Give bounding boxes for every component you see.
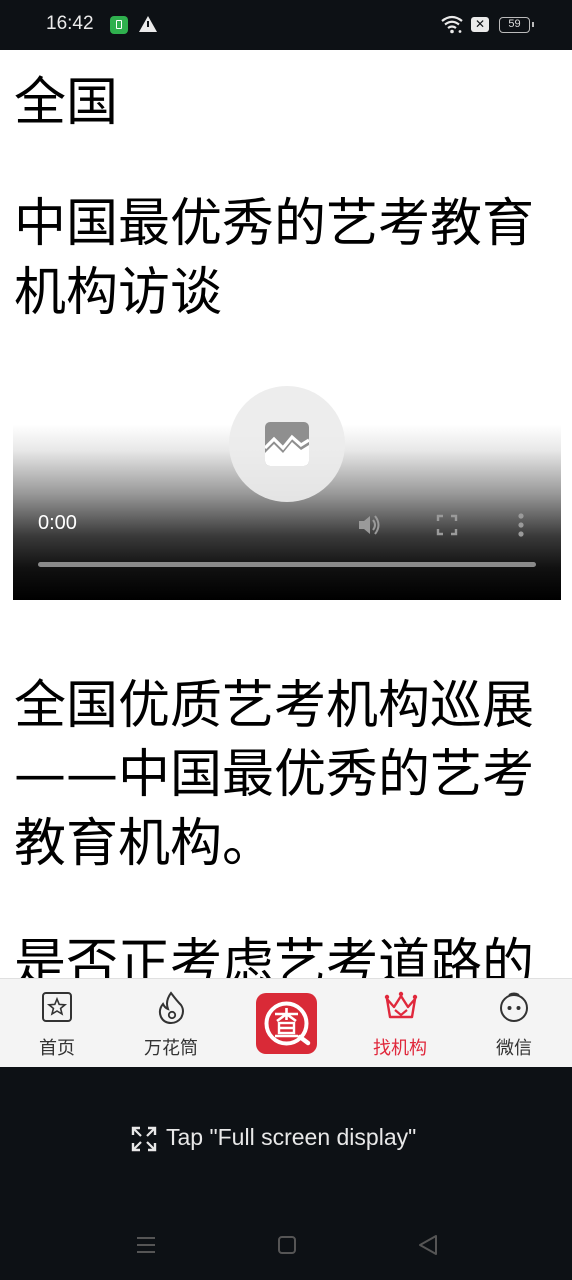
home-star-icon [42,992,72,1022]
web-content: 全国 中国最优秀的艺考教育机构访谈 0:00 全国优质艺考机构巡展——中国最优秀… [0,50,572,978]
system-nav-bar [0,1210,572,1280]
bottom-tab-bar: 首页 万花筒 找机构 微信 [0,978,572,1067]
fullscreen-hint-text: Tap "Full screen display" [166,1124,417,1150]
crown-icon [384,991,418,1019]
face-icon [500,992,528,1022]
question-heading: 是否正考虑艺考道路的 [14,934,535,978]
tab-wechat-label: 微信 [496,1038,532,1059]
flame-icon [158,991,184,1025]
more-options-icon[interactable] [517,512,525,538]
broken-video-icon [265,422,309,466]
video-time: 0:00 [38,512,77,534]
region-heading: 全国 [14,73,119,133]
tab-find-institution-label: 找机构 [373,1038,427,1059]
tab-home-label: 首页 [39,1038,75,1059]
tab-find-institution[interactable]: 找机构 [350,979,450,1068]
tab-kaleidoscope-label: 万花筒 [144,1038,198,1059]
tab-wechat[interactable]: 微信 [464,979,564,1068]
home-square-icon[interactable] [278,1236,296,1254]
exhibition-heading: 全国优质艺考机构巡展——中国最优秀的艺考教育机构。 [14,676,535,874]
volume-icon[interactable] [356,512,382,538]
wifi-icon [441,15,463,34]
battery-icon: 59 [499,17,534,33]
notification-app-icon [110,16,128,34]
tab-kaleidoscope[interactable]: 万花筒 [121,979,221,1068]
xbox-icon: ✕ [471,17,489,32]
back-triangle-icon[interactable] [418,1234,438,1256]
video-progress-bar[interactable] [38,562,536,567]
menu-icon[interactable] [136,1235,156,1255]
article-title: 中国最优秀的艺考教育机构访谈 [14,194,535,323]
video-play-overlay[interactable] [229,386,345,502]
expand-arrows-icon [131,1126,157,1152]
tab-home[interactable]: 首页 [7,979,107,1068]
fullscreen-icon[interactable] [436,514,458,536]
warning-icon [139,16,157,32]
status-bar: 16:42 ✕ 59 [0,0,572,50]
status-time: 16:42 [46,13,94,34]
cha-logo-icon [264,1001,311,1046]
video-player[interactable]: 0:00 [13,386,561,600]
fullscreen-hint[interactable]: Tap "Full screen display" [0,1067,572,1210]
cha-logo-button[interactable] [256,993,317,1054]
